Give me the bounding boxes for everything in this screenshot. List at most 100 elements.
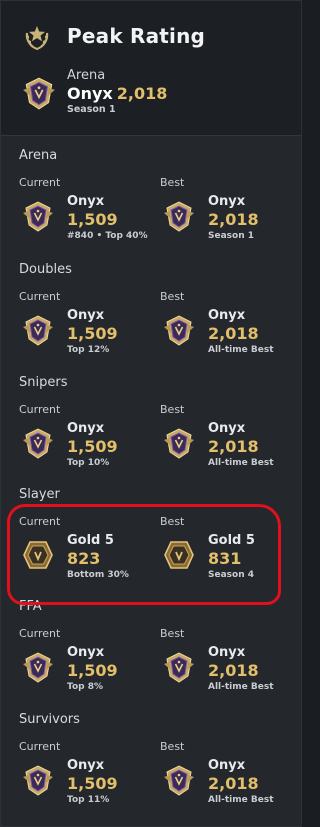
rank-tier: Onyx <box>208 758 246 773</box>
onyx-rank-icon <box>162 199 196 233</box>
rank-value: 2,018 <box>208 324 259 343</box>
best-rank-card: Onyx 2,018 All-time Best <box>162 420 302 470</box>
rank-details: Gold 5 831 Season 4 <box>208 532 255 581</box>
rank-tier: Onyx <box>208 194 246 209</box>
rank-subtext: Top 10% <box>67 458 110 468</box>
best-rank-card: Onyx 2,018 All-time Best <box>162 644 302 694</box>
rank-subtext: #840 • Top 40% <box>67 231 148 241</box>
current-rank-card: Onyx 1,509 Top 10% <box>21 420 161 470</box>
current-column-label: Current <box>19 403 61 416</box>
section-title: FFA <box>19 599 42 614</box>
rank-details: Onyx 1,509 Top 12% <box>67 307 118 356</box>
rank-details: Gold 5 823 Bottom 30% <box>67 532 129 581</box>
rank-value: 1,509 <box>67 210 118 229</box>
rank-tier: Onyx <box>208 645 246 660</box>
rank-value: 831 <box>208 549 242 568</box>
rank-subtext: Bottom 30% <box>67 570 129 580</box>
rank-details: Onyx 1,509 Top 10% <box>67 420 118 469</box>
rank-tier: Onyx <box>67 758 105 773</box>
best-rank-card: Onyx 2,018 All-time Best <box>162 757 302 807</box>
onyx-rank-icon <box>162 426 196 460</box>
rank-value: 823 <box>67 549 101 568</box>
rank-value: 2,018 <box>208 774 259 793</box>
rank-details: Onyx 1,509 Top 11% <box>67 757 118 806</box>
section-title: Snipers <box>19 375 68 390</box>
rank-tier: Onyx <box>208 421 246 436</box>
best-column-label: Best <box>160 176 185 189</box>
gold-rank-icon <box>162 538 196 572</box>
rank-details: Onyx 1,509 #840 • Top 40% <box>67 193 148 242</box>
best-rank-card: Onyx 2,018 Season 1 <box>162 193 302 243</box>
current-rank-card: Onyx 1,509 #840 • Top 40% <box>21 193 161 243</box>
current-column-label: Current <box>19 740 61 753</box>
onyx-rank-icon <box>21 763 55 797</box>
rank-subtext: All-time Best <box>208 795 274 805</box>
current-column-label: Current <box>19 515 61 528</box>
rank-value: 2,018 <box>208 210 259 229</box>
rank-value: 1,509 <box>67 437 118 456</box>
rank-details: Onyx 2,018 All-time Best <box>208 307 274 356</box>
current-column-label: Current <box>19 290 61 303</box>
rank-tier: Onyx <box>67 645 105 660</box>
current-rank-card: Onyx 1,509 Top 8% <box>21 644 161 694</box>
best-rank-card: Onyx 2,018 All-time Best <box>162 307 302 357</box>
best-column-label: Best <box>160 740 185 753</box>
current-rank-card: Gold 5 823 Bottom 30% <box>21 532 161 582</box>
rank-subtext: Top 12% <box>67 345 110 355</box>
section-title: Doubles <box>19 262 72 277</box>
onyx-rank-icon <box>21 75 57 111</box>
onyx-rank-icon <box>21 199 55 233</box>
best-column-label: Best <box>160 290 185 303</box>
rank-details: Onyx 1,509 Top 8% <box>67 644 118 693</box>
current-rank-card: Onyx 1,509 Top 12% <box>21 307 161 357</box>
rank-details: Onyx 2,018 All-time Best <box>208 644 274 693</box>
rank-value: 1,509 <box>67 661 118 680</box>
rank-subtext: Season 4 <box>208 570 255 580</box>
peak-rating-line: Onyx 2,018 <box>67 84 167 104</box>
peak-rating-header: Peak Rating Arena Onyx 2,018 Season 1 <box>1 1 301 136</box>
current-column-label: Current <box>19 176 61 189</box>
section-title: Arena <box>19 148 58 163</box>
section-title: Survivors <box>19 712 80 727</box>
best-column-label: Best <box>160 403 185 416</box>
rank-subtext: Top 11% <box>67 795 110 805</box>
peak-playlist-name: Arena <box>67 68 106 83</box>
rank-tier: Onyx <box>208 308 246 323</box>
onyx-rank-icon <box>21 650 55 684</box>
rank-tier: Gold 5 <box>67 533 114 548</box>
playlist-section-arena: Arena Current Onyx 1,509 #840 • Top 40% Best O… <box>1 148 301 260</box>
best-rank-card: Gold 5 831 Season 4 <box>162 532 302 582</box>
rank-subtext: All-time Best <box>208 682 274 692</box>
rank-subtext: All-time Best <box>208 345 274 355</box>
peak-tier: Onyx <box>67 84 113 103</box>
playlist-section-slayer: Slayer Current Gold 5 823 Bottom 30% Best Gold… <box>1 487 301 599</box>
onyx-rank-icon <box>162 763 196 797</box>
peak-value: 2,018 <box>116 84 168 103</box>
rank-subtext: All-time Best <box>208 458 274 468</box>
best-column-label: Best <box>160 627 185 640</box>
playlist-section-survivors: Survivors Current Onyx 1,509 Top 11% Best Onyx… <box>1 712 301 824</box>
rank-subtext: Top 8% <box>67 682 103 692</box>
laurel-star-icon <box>25 26 49 51</box>
peak-rating-summary: Arena Onyx 2,018 Season 1 <box>67 68 167 116</box>
rank-tier: Onyx <box>67 194 105 209</box>
rank-details: Onyx 2,018 All-time Best <box>208 757 274 806</box>
rank-value: 1,509 <box>67 774 118 793</box>
rank-details: Onyx 2,018 Season 1 <box>208 193 259 242</box>
rank-subtext: Season 1 <box>208 231 255 241</box>
onyx-rank-icon <box>21 426 55 460</box>
onyx-rank-icon <box>162 650 196 684</box>
peak-rating-panel: Peak Rating Arena Onyx 2,018 Season 1 Are… <box>0 0 302 827</box>
playlist-section-doubles: Doubles Current Onyx 1,509 Top 12% Best Onyx 2,… <box>1 262 301 374</box>
gold-rank-icon <box>21 538 55 572</box>
playlist-section-snipers: Snipers Current Onyx 1,509 Top 10% Best Onyx 2,… <box>1 375 301 487</box>
rank-tier: Onyx <box>67 308 105 323</box>
current-column-label: Current <box>19 627 61 640</box>
best-column-label: Best <box>160 515 185 528</box>
rank-value: 2,018 <box>208 661 259 680</box>
page-title: Peak Rating <box>67 24 206 48</box>
peak-season: Season 1 <box>67 104 116 115</box>
playlist-section-ffa: FFA Current Onyx 1,509 Top 8% Best Onyx 2,018 Al… <box>1 599 301 711</box>
rank-value: 1,509 <box>67 324 118 343</box>
rank-tier: Gold 5 <box>208 533 255 548</box>
